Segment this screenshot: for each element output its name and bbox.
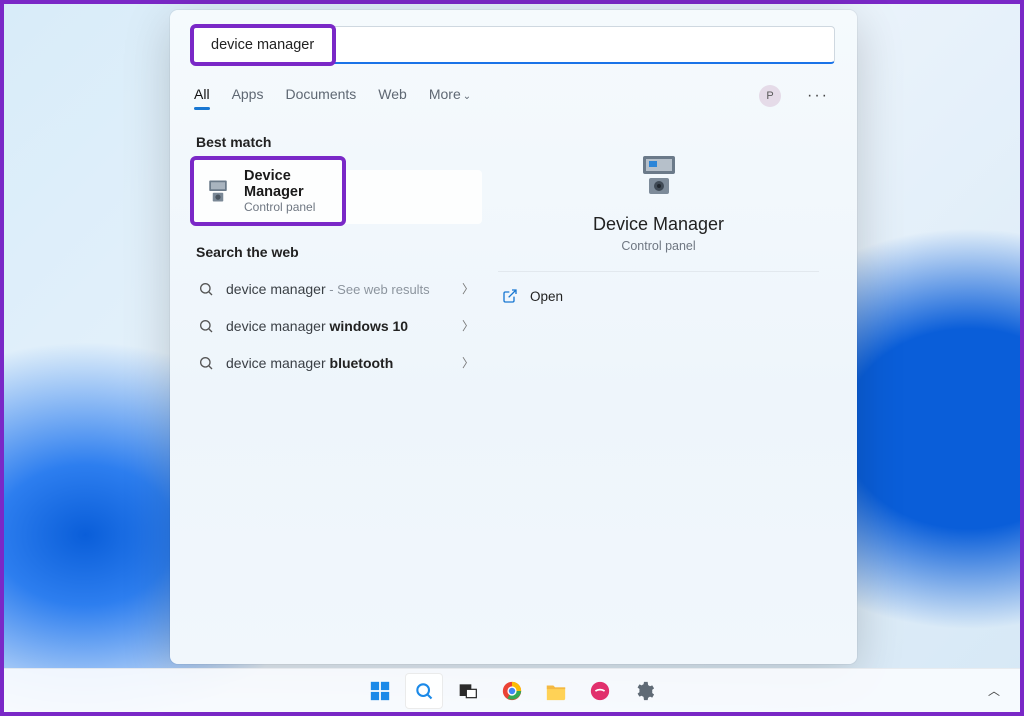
results-column: Best match Device Manager Control panel [170,116,482,664]
more-options-button[interactable]: ··· [803,87,833,105]
detail-title: Device Manager [498,214,819,235]
best-match-heading: Best match [192,124,482,158]
tab-all[interactable]: All [194,80,210,112]
device-manager-icon [204,177,232,205]
taskbar-settings-button[interactable] [625,673,663,709]
search-tabs: All Apps Documents Web More⌄ P ··· [170,74,857,116]
gear-icon [633,680,655,702]
taskbar-explorer-button[interactable] [537,673,575,709]
search-flyout: All Apps Documents Web More⌄ P ··· Best … [170,10,857,664]
taskbar: ︿ [4,668,1020,712]
tab-web[interactable]: Web [378,80,407,112]
app-icon [589,680,611,702]
search-web-heading: Search the web [192,234,482,268]
best-match-subtitle: Control panel [244,200,332,214]
chevron-right-icon: 〉 [462,280,474,297]
folder-icon [545,681,567,701]
user-avatar[interactable]: P [759,85,781,107]
open-icon [502,288,518,304]
detail-subtitle: Control panel [498,239,819,253]
action-open[interactable]: Open [498,272,819,320]
tab-more[interactable]: More⌄ [429,80,471,112]
web-result-text: device manager windows 10 [226,318,450,334]
taskbar-start-button[interactable] [361,673,399,709]
web-result-text: device manager bluetooth [226,355,450,371]
taskbar-taskview-button[interactable] [449,673,487,709]
search-icon [198,281,214,297]
chrome-icon [501,680,523,702]
detail-header: Device Manager Control panel [498,152,819,272]
taskbar-chrome-button[interactable] [493,673,531,709]
tab-apps[interactable]: Apps [232,80,264,112]
chevron-right-icon: 〉 [462,354,474,371]
search-icon [198,355,214,371]
web-results-list: device manager - See web results 〉 devic… [192,268,482,381]
taskbar-search-button[interactable] [405,673,443,709]
best-match-item[interactable]: Device Manager Control panel [192,158,344,224]
search-icon [414,681,434,701]
web-result-item[interactable]: device manager - See web results 〉 [192,270,482,307]
task-view-icon [458,681,478,701]
search-input[interactable] [211,37,398,53]
chevron-right-icon: 〉 [462,317,474,334]
search-icon [198,318,214,334]
detail-pane: Device Manager Control panel Open [482,124,835,642]
search-content: Best match Device Manager Control panel [170,116,857,664]
web-result-item[interactable]: device manager windows 10 〉 [192,307,482,344]
best-match-title: Device Manager [244,168,332,200]
taskbar-tray-chevron[interactable]: ︿ [988,682,1000,699]
chevron-up-icon: ︿ [988,684,1000,698]
taskbar-app-button[interactable] [581,673,619,709]
web-result-text: device manager - See web results [226,281,450,297]
windows-logo-icon [369,680,391,702]
device-manager-icon [635,152,683,200]
search-bar-container [170,10,857,74]
web-result-item[interactable]: device manager bluetooth 〉 [192,344,482,381]
chevron-down-icon: ⌄ [463,91,471,102]
search-bar[interactable] [192,26,334,64]
action-open-label: Open [530,289,563,304]
tab-documents[interactable]: Documents [285,80,356,112]
